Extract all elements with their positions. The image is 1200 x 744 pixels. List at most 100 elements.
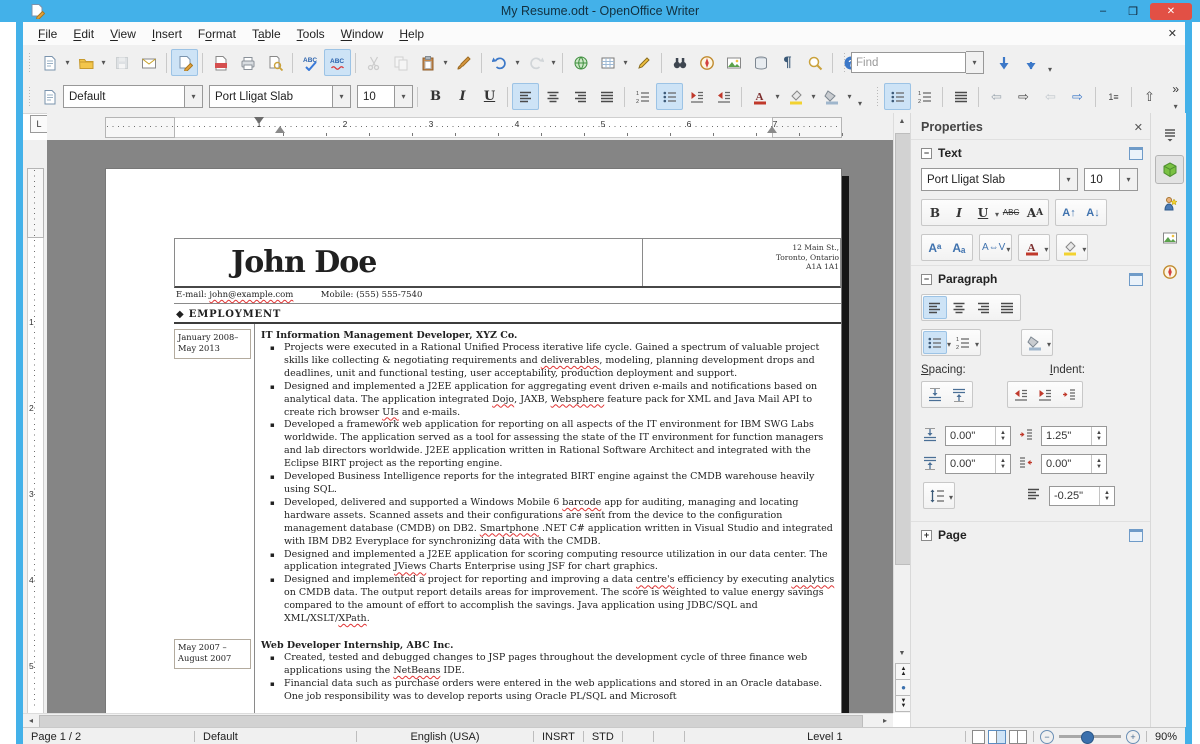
strikethrough-button[interactable]: ABC	[999, 201, 1023, 224]
undo-dropdown[interactable]	[513, 50, 522, 75]
zoom-track[interactable]	[1059, 735, 1121, 738]
multi-page-view-button[interactable]	[988, 730, 1006, 744]
maximize-button[interactable]: ❒	[1120, 3, 1146, 20]
first-line-indent-field[interactable]: -0.25" ▲▼	[1049, 486, 1115, 506]
float-section-icon[interactable]	[1129, 147, 1143, 160]
sidebar-highlight-button[interactable]	[1058, 236, 1082, 259]
align-left-button[interactable]	[512, 83, 539, 110]
document-canvas[interactable]: John Doe 12 Main St., Toronto, Ontario A…	[47, 140, 893, 713]
minimize-button[interactable]: –	[1090, 3, 1116, 20]
paragraph-background-dropdown[interactable]	[1047, 336, 1051, 350]
vertical-ruler[interactable]: 12345	[23, 140, 47, 713]
zoom-thumb[interactable]	[1081, 731, 1094, 744]
font-color-dropdown[interactable]	[773, 84, 782, 109]
sidebar-numbered-list-dropdown[interactable]	[975, 336, 979, 350]
new-document-button[interactable]	[36, 49, 63, 76]
font-color-button[interactable]	[746, 83, 773, 110]
background-color-dropdown[interactable]	[845, 84, 854, 109]
book-view-button[interactable]	[1009, 730, 1027, 744]
paragraph-style-select[interactable]: Default	[63, 85, 203, 108]
background-color-button[interactable]	[818, 83, 845, 110]
document-page[interactable]: John Doe 12 Main St., Toronto, Ontario A…	[105, 168, 842, 713]
menu-window[interactable]: Window	[333, 25, 392, 43]
find-previous-button[interactable]	[1017, 49, 1044, 76]
spinner[interactable]: ▲▼	[1091, 427, 1106, 445]
scroll-right-arrow[interactable]: ▸	[877, 714, 893, 727]
formatting-toolbar-grip[interactable]	[26, 87, 33, 107]
scroll-down-arrow[interactable]: ▼	[894, 645, 910, 661]
right-indent-marker[interactable]	[767, 126, 777, 133]
italic-button[interactable]: I	[449, 83, 476, 110]
decrease-indent-button[interactable]	[683, 83, 710, 110]
tab-styles-and-formatting[interactable]	[1155, 189, 1184, 218]
float-section-icon[interactable]	[1129, 273, 1143, 286]
font-name-select[interactable]: Port Lligat Slab	[209, 85, 351, 108]
style-dropdown-arrow[interactable]	[184, 86, 202, 107]
line-spacing-dropdown[interactable]	[949, 489, 953, 503]
title-bar[interactable]: My Resume.odt - OpenOffice Writer – ❒ ✕	[0, 0, 1200, 22]
hyperlink-button[interactable]	[567, 49, 594, 76]
menu-format[interactable]: Format	[190, 25, 244, 43]
tab-gallery[interactable]	[1155, 223, 1184, 252]
font-size-dropdown-arrow[interactable]	[394, 86, 412, 107]
zoom-out-button[interactable]: −	[1040, 730, 1054, 744]
zoom-in-button[interactable]: +	[1126, 730, 1140, 744]
find-next-button[interactable]	[990, 49, 1017, 76]
navigator-button[interactable]	[693, 49, 720, 76]
decrease-spacing-button[interactable]	[947, 383, 971, 406]
formatting-overflow[interactable]	[854, 83, 866, 110]
sidebar-close-icon[interactable]: ✕	[1134, 121, 1143, 134]
copy-button[interactable]	[387, 49, 414, 76]
page-preview-button[interactable]	[261, 49, 288, 76]
bullet-list-button[interactable]	[656, 83, 683, 110]
sidebar-align-right-button[interactable]	[971, 296, 995, 319]
move-up-button[interactable]: ⇧	[1136, 83, 1163, 110]
restart-numbering-button[interactable]: 1≡	[1100, 83, 1127, 110]
zoom-button[interactable]	[801, 49, 828, 76]
horizontal-scrollbar[interactable]: ◂ ▸	[23, 713, 893, 728]
horizontal-ruler[interactable]: 1234567	[47, 113, 893, 140]
page-section-header[interactable]: + Page	[911, 521, 1151, 546]
sidebar-font-name-select[interactable]: Port Lligat Slab	[921, 168, 1078, 191]
menu-help[interactable]: Help	[391, 25, 432, 43]
vertical-scrollbar[interactable]: ▲ ▼ ▲▲ ● ▼▼	[893, 113, 911, 713]
character-dialog-button[interactable]: AA	[1023, 201, 1047, 224]
menu-edit[interactable]: Edit	[65, 25, 102, 43]
highlighting-button[interactable]	[782, 83, 809, 110]
scroll-up-arrow[interactable]: ▲	[894, 113, 910, 129]
font-dropdown-arrow[interactable]	[332, 86, 350, 107]
paragraph-background-button[interactable]	[1023, 331, 1047, 354]
open-dropdown[interactable]	[99, 50, 108, 75]
sidebar-font-dropdown[interactable]	[1059, 169, 1077, 190]
bullets-toolbar-grip[interactable]	[874, 87, 881, 107]
promote-with-subpoints-button[interactable]: ⇦	[1037, 83, 1064, 110]
increase-font-button[interactable]: A↑	[1057, 201, 1081, 224]
tab-type-selector[interactable]: L	[30, 115, 48, 133]
align-center-button[interactable]	[539, 83, 566, 110]
character-spacing-dropdown[interactable]	[1006, 241, 1010, 255]
sidebar-bullet-list-button[interactable]	[923, 331, 947, 354]
find-toolbar-overflow[interactable]	[1044, 49, 1056, 76]
draw-functions-button[interactable]	[630, 49, 657, 76]
promote-level-button[interactable]: ⇦	[983, 83, 1010, 110]
sidebar-increase-indent-button[interactable]	[1009, 383, 1033, 406]
single-page-view-button[interactable]	[972, 730, 985, 744]
sidebar-decrease-indent-button[interactable]	[1033, 383, 1057, 406]
save-button[interactable]	[108, 49, 135, 76]
subscript-button[interactable]: Aₐ	[947, 236, 971, 259]
demote-level-button[interactable]: ⇨	[1010, 83, 1037, 110]
close-document-icon[interactable]: ✕	[1168, 27, 1177, 40]
line-spacing-button[interactable]	[925, 484, 949, 507]
sidebar-italic-button[interactable]: I	[947, 201, 971, 224]
menu-file[interactable]: File	[30, 25, 65, 43]
close-button[interactable]: ✕	[1150, 3, 1192, 20]
highlighting-dropdown[interactable]	[809, 84, 818, 109]
justify-button[interactable]	[593, 83, 620, 110]
space-above-field[interactable]: 0.00" ▲▼	[945, 426, 1011, 446]
find-replace-button[interactable]	[666, 49, 693, 76]
spinner[interactable]: ▲▼	[1099, 487, 1114, 505]
format-paintbrush-button[interactable]	[450, 49, 477, 76]
sidebar-highlight-dropdown[interactable]	[1082, 241, 1086, 255]
first-line-indent-marker[interactable]	[254, 117, 264, 124]
font-size-select[interactable]: 10	[357, 85, 413, 108]
